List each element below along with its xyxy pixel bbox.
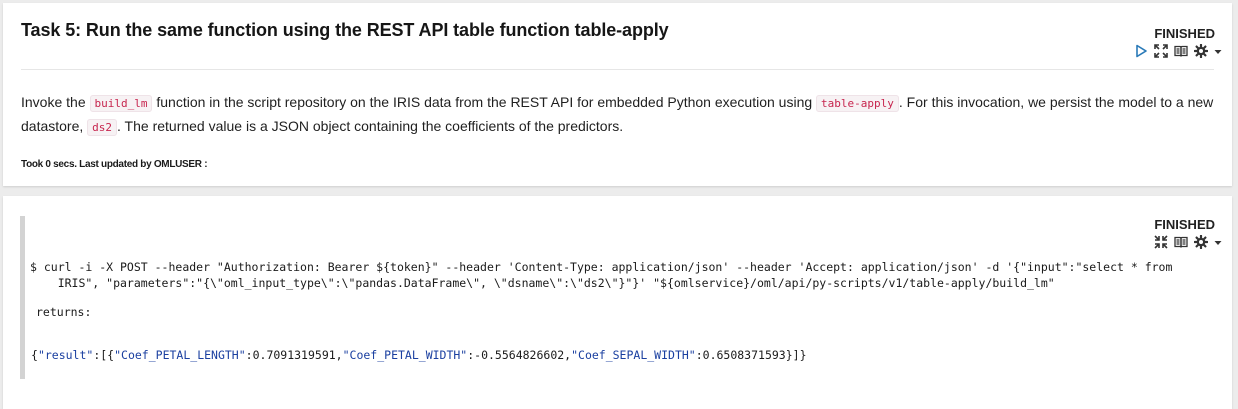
title-divider	[21, 69, 1214, 70]
inline-code-ds2: ds2	[87, 119, 118, 136]
json-value-petal-width: :-0.5564826602,	[467, 348, 572, 362]
paragraph-status: FINISHED	[1154, 217, 1215, 232]
paragraph-footer: Took 0 secs. Last updated by OMLUSER :	[21, 159, 208, 170]
editor-gutter	[20, 216, 25, 379]
json-value-sepal-width: :0.6508371593}]}	[695, 348, 807, 362]
book-icon[interactable]	[1174, 235, 1188, 249]
paragraph-task5: Task 5: Run the same function using the …	[3, 3, 1232, 186]
paragraph-title: Task 5: Run the same function using the …	[21, 20, 669, 40]
curl-command-line-2: IRIS", "parameters":"{\"oml_input_type\"…	[30, 276, 1055, 290]
desc-text-2: function in the script repository on the…	[152, 94, 817, 110]
paragraph-toolbar	[1154, 234, 1222, 250]
book-icon[interactable]	[1174, 44, 1188, 58]
returns-label: returns:	[36, 305, 92, 319]
curl-command-line-1: $ curl -i -X POST --header "Authorizatio…	[30, 260, 1173, 274]
run-icon[interactable]	[1134, 44, 1148, 58]
json-brace: {	[31, 348, 38, 362]
json-key-sepal-width: "Coef_SEPAL_WIDTH"	[571, 348, 696, 362]
caret-down-icon[interactable]	[1214, 44, 1222, 58]
paragraph-toolbar	[1134, 43, 1222, 59]
inline-code-build-lm: build_lm	[89, 95, 153, 112]
desc-text-4: . The returned value is a JSON object co…	[117, 118, 624, 134]
paragraph-status: FINISHED	[1154, 26, 1215, 41]
caret-down-icon[interactable]	[1214, 235, 1222, 249]
json-key-result: "result"	[37, 348, 94, 362]
desc-text-1: Invoke the	[21, 94, 90, 110]
json-key-petal-width: "Coef_PETAL_WIDTH"	[342, 348, 468, 362]
curl-command: $ curl -i -X POST --header "Authorizatio…	[30, 259, 1172, 291]
gear-icon[interactable]	[1194, 235, 1208, 249]
expand-icon[interactable]	[1154, 44, 1168, 58]
collapse-icon[interactable]	[1154, 235, 1168, 249]
gear-icon[interactable]	[1194, 44, 1208, 58]
inline-code-table-apply: table-apply	[816, 95, 899, 112]
paragraph-description: Invoke the build_lm function in the scri…	[21, 91, 1221, 139]
json-punct: :[{	[93, 348, 115, 362]
paragraph-curl-output: FINISHED $ curl -i -X POST --header "Aut…	[3, 196, 1232, 409]
json-result: {"result":[{"Coef_PETAL_LENGTH":0.709131…	[31, 348, 807, 362]
json-value-petal-length: :0.7091319591,	[245, 348, 343, 362]
json-key-petal-length: "Coef_PETAL_LENGTH"	[114, 348, 246, 362]
